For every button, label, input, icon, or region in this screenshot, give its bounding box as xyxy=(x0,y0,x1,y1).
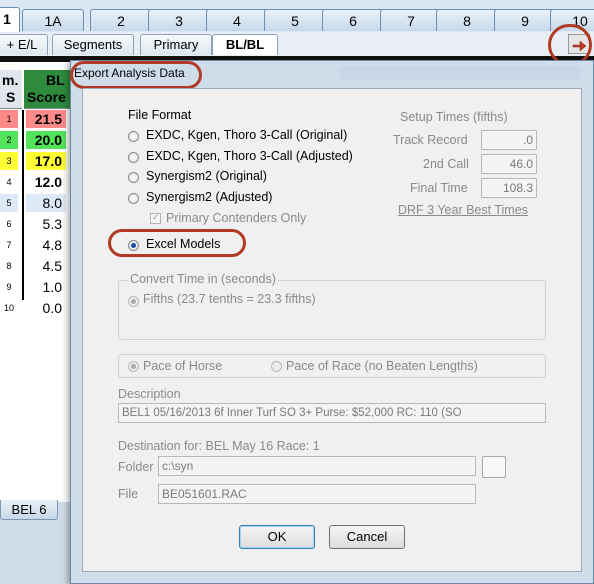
radio-synergism2-adjusted[interactable] xyxy=(128,193,139,204)
radio-synergism2-original[interactable] xyxy=(128,172,139,183)
grid-header-col2-line2: Score xyxy=(27,89,66,105)
row-number: 5 xyxy=(0,194,18,212)
label-pace-of-horse: Pace of Horse xyxy=(143,359,223,373)
folder-label: Folder xyxy=(118,460,154,474)
cancel-button[interactable]: Cancel xyxy=(329,525,405,549)
table-row[interactable]: 7 4.8 xyxy=(0,236,72,254)
file-field[interactable]: BE051601.RAC xyxy=(158,484,476,504)
race-tab-6[interactable]: 6 xyxy=(322,9,384,31)
label-exdc-original: EXDC, Kgen, Thoro 3-Call (Original) xyxy=(146,128,348,142)
grid-header-col1-line2: S xyxy=(6,89,16,105)
bl-score-cell: 21.5 xyxy=(26,110,66,128)
bl-score-cell: 5.3 xyxy=(26,215,66,233)
description-field[interactable]: BEL1 05/16/2013 6f Inner Turf SO 3+ Purs… xyxy=(118,403,546,423)
table-row[interactable]: 2 20.0 xyxy=(0,131,72,149)
grid-header-col1: m. S xyxy=(0,70,22,109)
browse-folder-button[interactable] xyxy=(482,456,506,478)
race-tab-9[interactable]: 9 xyxy=(494,9,556,31)
highlight-excel-models xyxy=(108,229,246,257)
row-number: 7 xyxy=(0,236,18,254)
table-row[interactable]: 3 17.0 xyxy=(0,152,72,170)
row-number: 10 xyxy=(0,299,18,317)
file-format-heading: File Format xyxy=(128,108,192,122)
row-number: 9 xyxy=(0,278,18,296)
radio-pace-of-race[interactable] xyxy=(271,361,282,372)
race-tab-7[interactable]: 7 xyxy=(380,9,442,31)
setup-times-heading: Setup Times (fifths) xyxy=(400,110,508,124)
tab-segments[interactable]: Segments xyxy=(52,34,134,55)
ok-button[interactable]: OK xyxy=(239,525,315,549)
label-fifths: Fifths (23.7 tenths = 23.3 fifths) xyxy=(143,292,316,306)
grid-header-bl-score: BL Score xyxy=(24,70,72,109)
label-primary-contenders: Primary Contenders Only xyxy=(166,211,307,225)
bl-score-cell: 4.8 xyxy=(26,236,66,254)
race-tab-1a[interactable]: 1A xyxy=(22,9,84,31)
bl-score-cell: 20.0 xyxy=(26,131,66,149)
race-tab-5[interactable]: 5 xyxy=(264,9,326,31)
final-time-label: Final Time xyxy=(410,181,468,195)
bl-score-cell: 4.5 xyxy=(26,257,66,275)
race-tab-8[interactable]: 8 xyxy=(436,9,498,31)
title-bar-shade xyxy=(340,66,580,80)
track-tab-bel-6[interactable]: BEL 6 xyxy=(0,500,58,520)
track-record-label: Track Record xyxy=(393,133,468,147)
radio-exdc-adjusted[interactable] xyxy=(128,152,139,163)
table-row[interactable]: 6 5.3 xyxy=(0,215,72,233)
destination-label: Destination for: BEL May 16 Race: 1 xyxy=(118,439,320,453)
radio-pace-of-horse[interactable] xyxy=(128,361,139,372)
tab-e-l[interactable]: + E/L xyxy=(0,34,48,55)
file-label: File xyxy=(118,487,139,501)
final-time-field[interactable]: 108.3 xyxy=(481,178,537,198)
table-row[interactable]: 5 8.0 xyxy=(0,194,72,212)
table-row[interactable]: 10 0.0 xyxy=(0,299,72,317)
race-tab-1[interactable]: 1 xyxy=(0,7,20,33)
description-label: Description xyxy=(118,387,181,401)
second-call-field[interactable]: 46.0 xyxy=(481,154,537,174)
label-exdc-adjusted: EXDC, Kgen, Thoro 3-Call (Adjusted) xyxy=(146,149,353,163)
race-tab-4[interactable]: 4 xyxy=(206,9,268,31)
tab-primary[interactable]: Primary xyxy=(140,34,212,55)
grid-header-col1-line1: m. xyxy=(2,72,19,88)
row-number: 2 xyxy=(0,131,18,149)
race-tab-bar: 1 1A 2 3 4 5 6 7 8 9 10 xyxy=(0,0,594,33)
row-number: 1 xyxy=(0,110,18,128)
convert-time-heading: Convert Time in (seconds) xyxy=(128,272,278,286)
label-synergism2-original: Synergism2 (Original) xyxy=(146,169,267,183)
race-tab-3[interactable]: 3 xyxy=(148,9,210,31)
label-pace-of-race: Pace of Race (no Beaten Lengths) xyxy=(286,359,478,373)
table-row[interactable]: 4 12.0 xyxy=(0,173,72,191)
checkbox-primary-contenders[interactable]: ✓ xyxy=(150,213,161,224)
table-row[interactable]: 9 1.0 xyxy=(0,278,72,296)
table-row[interactable]: 1 21.5 xyxy=(0,110,72,128)
track-record-field[interactable]: .0 xyxy=(481,130,537,150)
highlight-dialog-title xyxy=(70,61,202,89)
row-number: 6 xyxy=(0,215,18,233)
label-synergism2-adjusted: Synergism2 (Adjusted) xyxy=(146,190,273,204)
second-call-label: 2nd Call xyxy=(423,157,469,171)
table-row[interactable]: 8 4.5 xyxy=(0,257,72,275)
tab-bl-bl[interactable]: BL/BL xyxy=(212,34,278,55)
grid-divider xyxy=(22,110,24,300)
bl-score-cell: 17.0 xyxy=(26,152,66,170)
folder-field[interactable]: c:\syn xyxy=(158,456,476,476)
view-tab-bar: + E/L Segments Primary BL/BL xyxy=(0,32,594,56)
row-number: 3 xyxy=(0,152,18,170)
bl-score-cell: 8.0 xyxy=(26,194,66,212)
radio-fifths[interactable] xyxy=(128,296,139,307)
race-tab-2[interactable]: 2 xyxy=(90,9,152,31)
bl-score-cell: 12.0 xyxy=(26,173,66,191)
row-number: 8 xyxy=(0,257,18,275)
row-number: 4 xyxy=(0,173,18,191)
horse-score-grid: m. S BL Score 1 21.5 2 20.0 3 17.0 4 12.0 5 8.0 6 5… xyxy=(0,62,72,502)
drf-best-times-link[interactable]: DRF 3 Year Best Times xyxy=(398,203,528,217)
convert-time-group xyxy=(118,280,546,340)
grid-header-col2-line1: BL xyxy=(46,72,65,88)
bl-score-cell: 0.0 xyxy=(26,299,66,317)
bl-score-cell: 1.0 xyxy=(26,278,66,296)
radio-exdc-original[interactable] xyxy=(128,131,139,142)
